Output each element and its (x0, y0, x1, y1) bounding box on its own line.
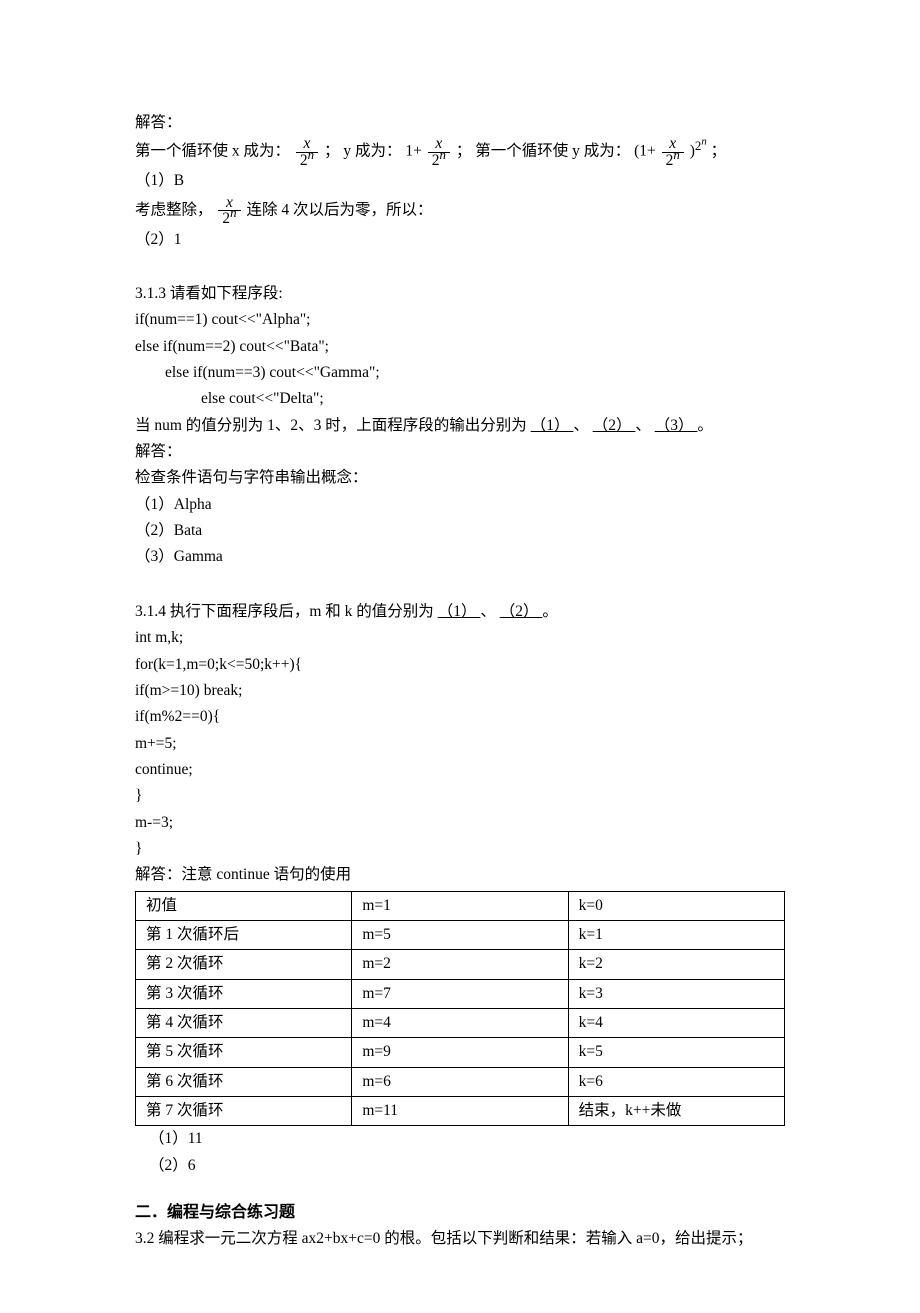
fraction-x-over-2n: x 2n (294, 136, 320, 168)
text: 当 num 的值分别为 1、2、3 时，上面程序段的输出分别为 (135, 417, 527, 434)
text: 连除 4 次以后为零，所以： (246, 201, 432, 218)
table-cell: m=7 (352, 979, 568, 1008)
table-cell: m=5 (352, 920, 568, 949)
sep: 、 (480, 603, 499, 620)
q313-title: 3.1.3 请看如下程序段: (135, 281, 785, 307)
answer-alpha: （1）Alpha (135, 492, 785, 518)
table-cell: m=6 (352, 1067, 568, 1096)
text: ； 第一个循环使 y 成为： (456, 143, 630, 160)
table-cell: 第 6 次循环 (136, 1067, 352, 1096)
loop-expr-line: 第一个循环使 x 成为： x 2n ； y 成为： 1+ x 2n ； 第一个循… (135, 136, 785, 168)
code-line: } (135, 783, 785, 809)
answer-bata: （2）Bata (135, 518, 785, 544)
fraction-x-over-2n: x 2n (426, 136, 452, 168)
table-cell: k=2 (568, 950, 784, 979)
table-cell: 第 1 次循环后 (136, 920, 352, 949)
blank-2: （2） (593, 417, 636, 434)
table-row: 第 7 次循环m=11结束，k++未做 (136, 1097, 785, 1126)
denominator: 2n (428, 153, 450, 169)
table-cell: 初值 (136, 891, 352, 920)
table-cell: 第 4 次循环 (136, 1008, 352, 1037)
table-cell: k=0 (568, 891, 784, 920)
table-row: 第 3 次循环m=7k=3 (136, 979, 785, 1008)
blank-1: （1） (531, 417, 574, 434)
table-cell: m=2 (352, 950, 568, 979)
code-line: continue; (135, 757, 785, 783)
table-cell: k=5 (568, 1038, 784, 1067)
code-line: } (135, 836, 785, 862)
concept-line: 检查条件语句与字符串输出概念： (135, 465, 785, 491)
table-row: 第 2 次循环m=2k=2 (136, 950, 785, 979)
table-row: 第 1 次循环后m=5k=1 (136, 920, 785, 949)
denominator: 2n (662, 153, 684, 169)
answer-11: （1）11 (135, 1126, 785, 1152)
q313-question: 当 num 的值分别为 1、2、3 时，上面程序段的输出分别为 （1） 、 （2… (135, 413, 785, 439)
table-cell: m=11 (352, 1097, 568, 1126)
table-cell: 结束，k++未做 (568, 1097, 784, 1126)
text: (1+ (634, 143, 656, 160)
table-cell: k=4 (568, 1008, 784, 1037)
table-cell: k=6 (568, 1067, 784, 1096)
answer-2-1: （2）1 (135, 227, 785, 253)
q32-text: 3.2 编程求一元二次方程 ax2+bx+c=0 的根。包括以下判断和结果：若输… (135, 1226, 785, 1252)
table-cell: 第 3 次循环 (136, 979, 352, 1008)
sep: 、 (635, 417, 651, 434)
code-line: if(m%2==0){ (135, 704, 785, 730)
text: 1+ (405, 143, 422, 160)
code-line: m-=3; (135, 810, 785, 836)
text: ； y 成为： (324, 143, 402, 160)
code-line: else cout<<"Delta"; (135, 386, 785, 412)
answer-6: （2）6 (135, 1153, 785, 1179)
answer-1b: （1）B (135, 168, 785, 194)
text: ； (711, 143, 727, 160)
table-row: 第 5 次循环m=9k=5 (136, 1038, 785, 1067)
code-line: else if(num==2) cout<<"Bata"; (135, 334, 785, 360)
text: 。 (697, 417, 713, 434)
answer-note: 解答：注意 continue 语句的使用 (135, 862, 785, 888)
table-row: 第 4 次循环m=4k=4 (136, 1008, 785, 1037)
denominator: 2n (296, 153, 318, 169)
answer-label: 解答： (135, 439, 785, 465)
table-row: 第 6 次循环m=6k=6 (136, 1067, 785, 1096)
table-cell: 第 7 次循环 (136, 1097, 352, 1126)
code-line: for(k=1,m=0;k<=50;k++){ (135, 652, 785, 678)
text: 3.1.4 执行下面程序段后，m 和 k 的值分别为 (135, 603, 434, 620)
code-line: if(num==1) cout<<"Alpha"; (135, 307, 785, 333)
table-row: 初值m=1k=0 (136, 891, 785, 920)
table-cell: m=9 (352, 1038, 568, 1067)
code-line: else if(num==3) cout<<"Gamma"; (135, 360, 785, 386)
code-line: if(m>=10) break; (135, 678, 785, 704)
fraction-x-over-2n: x 2n (216, 195, 242, 227)
section-heading: 二．编程与综合练习题 (135, 1199, 785, 1226)
trace-table: 初值m=1k=0第 1 次循环后m=5k=1第 2 次循环m=2k=2第 3 次… (135, 891, 785, 1127)
blank-1: （1） (438, 603, 481, 620)
table-cell: 第 2 次循环 (136, 950, 352, 979)
q314-title: 3.1.4 执行下面程序段后，m 和 k 的值分别为 （1） 、 （2） 。 (135, 599, 785, 625)
text: 。 (542, 603, 558, 620)
fraction-x-over-2n: x 2n (660, 136, 686, 168)
blank-2: （2） (500, 603, 543, 620)
table-cell: 第 5 次循环 (136, 1038, 352, 1067)
answer-label: 解答： (135, 110, 785, 136)
table-cell: k=1 (568, 920, 784, 949)
blank-3: （3） (655, 417, 698, 434)
answer-gamma: （3）Gamma (135, 544, 785, 570)
text: 考虑整除， (135, 201, 213, 218)
code-line: m+=5; (135, 731, 785, 757)
sep: 、 (573, 417, 589, 434)
denominator: 2n (218, 211, 240, 227)
table-cell: k=3 (568, 979, 784, 1008)
consider-line: 考虑整除， x 2n 连除 4 次以后为零，所以： (135, 195, 785, 227)
code-line: int m,k; (135, 625, 785, 651)
text: 第一个循环使 x 成为： (135, 143, 290, 160)
table-cell: m=1 (352, 891, 568, 920)
table-cell: m=4 (352, 1008, 568, 1037)
